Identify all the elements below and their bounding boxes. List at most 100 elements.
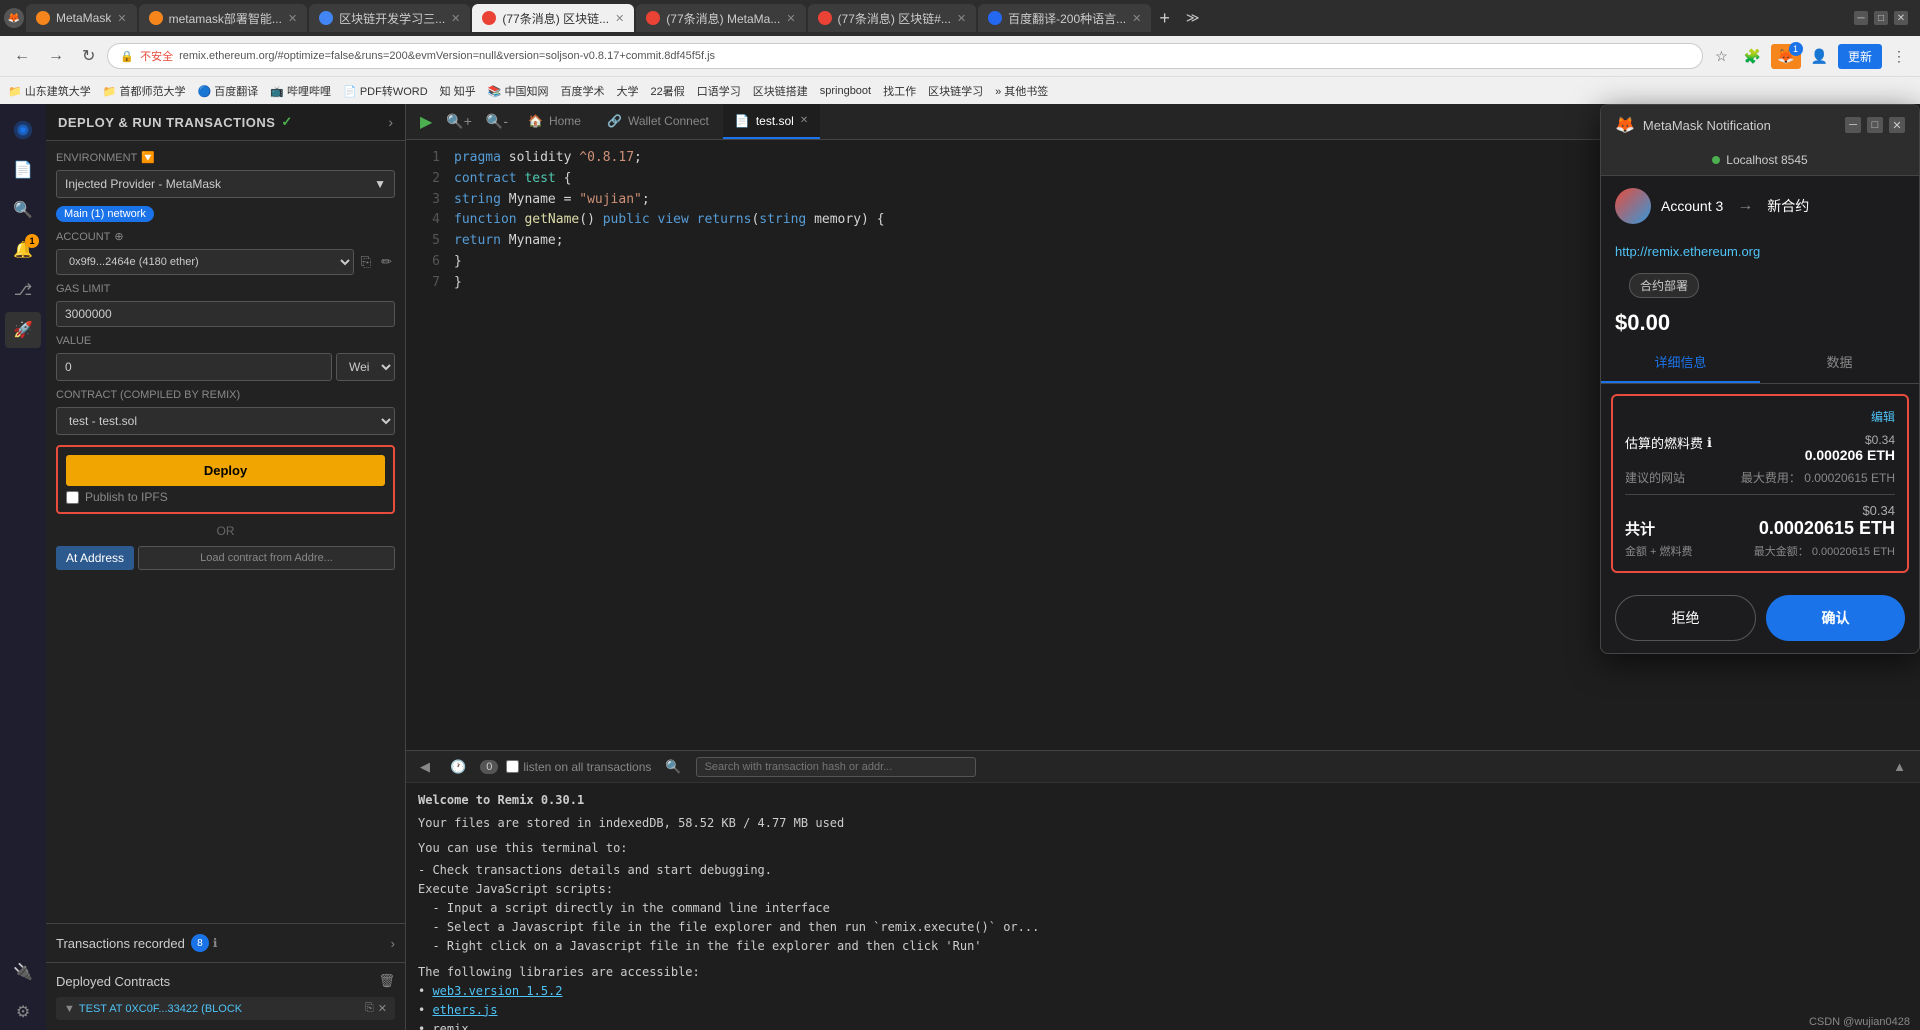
value-input[interactable]: 0: [56, 353, 332, 381]
account-select[interactable]: 0x9f9...2464e (4180 ether): [56, 249, 354, 275]
terminal-arrow-left[interactable]: ◀: [414, 756, 436, 778]
ethers-link[interactable]: ethers.js: [432, 1003, 497, 1017]
bookmark-summer[interactable]: 22暑假: [650, 83, 684, 99]
terminal-search-btn[interactable]: 🔍: [659, 756, 687, 778]
gas-limit-input[interactable]: 3000000: [56, 301, 395, 327]
browser-tab-metamask[interactable]: MetaMask ✕: [26, 4, 137, 32]
deploy-sidebar-btn[interactable]: 🚀: [5, 312, 41, 348]
tab-close-icon[interactable]: ✕: [451, 12, 460, 25]
at-address-button[interactable]: At Address: [56, 546, 134, 570]
bookmark-translate[interactable]: 🔵 百度翻译: [198, 83, 259, 99]
mm-tab-data[interactable]: 数据: [1760, 342, 1919, 383]
extensions-button[interactable]: 🧩: [1738, 44, 1767, 69]
account-plus-icon[interactable]: ⊕: [114, 230, 123, 243]
browser-tab-6[interactable]: (77条消息) 区块链#... ✕: [808, 4, 977, 32]
bookmark-bili[interactable]: 📺 哔哩哔哩: [270, 83, 331, 99]
settings-button[interactable]: ⋮: [1886, 44, 1912, 69]
address-bar[interactable]: 🔒 不安全 remix.ethereum.org/#optimize=false…: [107, 43, 1703, 69]
tab-home[interactable]: 🏠 Home: [516, 104, 593, 139]
copy-account-button[interactable]: ⎘: [358, 251, 374, 273]
bookmark-baidu-academic[interactable]: 百度学术: [560, 83, 604, 99]
bookmark-university[interactable]: 大学: [616, 83, 638, 99]
bookmark-more[interactable]: » 其他书签: [995, 83, 1048, 99]
terminal-expand-btn[interactable]: ▲: [1887, 756, 1912, 777]
mm-network-row: Localhost 8545: [1601, 145, 1919, 176]
deployed-close-icon[interactable]: ✕: [378, 1002, 387, 1015]
tab-close-icon[interactable]: ✕: [786, 12, 795, 25]
plugins-sidebar-btn[interactable]: 🔌: [5, 954, 41, 990]
load-contract-button[interactable]: Load contract from Addre...: [138, 546, 395, 570]
tab-close-icon[interactable]: ✕: [800, 115, 808, 126]
deployed-copy-icon[interactable]: ⎘: [365, 1002, 374, 1015]
bookmark-cnki[interactable]: 📚 中国知网: [488, 83, 549, 99]
tab-close-icon[interactable]: ✕: [615, 12, 624, 25]
back-button[interactable]: ←: [8, 43, 36, 69]
bookmark-blockchain-learn[interactable]: 区块链学习: [928, 83, 983, 99]
mm-contract-badge: 合约部署: [1629, 273, 1699, 298]
zoom-in-button[interactable]: 🔍+: [440, 109, 478, 134]
deploy-collapse-button[interactable]: ›: [388, 114, 393, 130]
tab-close-icon[interactable]: ✕: [957, 12, 966, 25]
close-button[interactable]: ✕: [1894, 11, 1908, 25]
mm-edit-link[interactable]: 编辑: [1625, 408, 1895, 425]
bookmark-button[interactable]: ☆: [1709, 44, 1734, 69]
mm-reject-button[interactable]: 拒绝: [1615, 595, 1756, 641]
tab-close-icon[interactable]: ✕: [117, 12, 126, 25]
new-tab-button[interactable]: +: [1153, 8, 1176, 29]
browser-tab-4-active[interactable]: (77条消息) 区块链... ✕: [472, 4, 634, 32]
tab-close-icon[interactable]: ✕: [1132, 12, 1141, 25]
publish-ipfs-checkbox[interactable]: [66, 491, 79, 504]
environment-select[interactable]: Injected Provider - MetaMask ▼: [56, 170, 395, 198]
mm-maximize-button[interactable]: □: [1867, 117, 1883, 133]
run-button[interactable]: ▶: [414, 108, 438, 136]
mm-tab-details[interactable]: 详细信息: [1601, 342, 1760, 383]
settings-sidebar-btn[interactable]: ⚙: [5, 994, 41, 1030]
bookmark-pdf[interactable]: 📄 PDF转WORD: [343, 83, 428, 99]
refresh-button[interactable]: ↻: [76, 42, 101, 70]
terminal-search-input[interactable]: [696, 757, 976, 777]
edit-account-button[interactable]: ✏: [378, 251, 395, 273]
mm-confirm-button[interactable]: 确认: [1766, 595, 1905, 641]
tab-close-icon[interactable]: ✕: [288, 12, 297, 25]
browser-tab-5[interactable]: (77条消息) MetaMa... ✕: [636, 4, 805, 32]
git-sidebar-btn[interactable]: ⎇: [5, 272, 41, 308]
browser-tab-7[interactable]: 百度翻译-200种语言... ✕: [978, 4, 1151, 32]
mm-account-row: Account 3 → 新合约: [1601, 176, 1919, 236]
profile-button[interactable]: 👤: [1805, 44, 1834, 69]
bookmark-shida[interactable]: 📁 首都师范大学: [103, 83, 186, 99]
transactions-row[interactable]: Transactions recorded 8 ℹ ›: [46, 923, 405, 962]
tab-wallet-connect[interactable]: 🔗 Wallet Connect: [595, 104, 721, 139]
minimize-button[interactable]: ─: [1854, 11, 1868, 25]
deploy-button[interactable]: Deploy: [66, 455, 385, 486]
deployed-contracts-title: Deployed Contracts: [56, 974, 170, 989]
notifications-sidebar-btn[interactable]: 🔔 1: [5, 232, 41, 268]
bookmark-shandong[interactable]: 📁 山东建筑大学: [8, 83, 91, 99]
bookmark-oral[interactable]: 口语学习: [697, 83, 741, 99]
mm-fee-value: $0.34 0.000206 ETH: [1805, 433, 1895, 463]
mm-close-button[interactable]: ✕: [1889, 117, 1905, 133]
tab-more-button[interactable]: ≫: [1178, 10, 1208, 26]
terminal-clock-icon[interactable]: 🕐: [444, 756, 472, 778]
bookmark-blockchain[interactable]: 区块链搭建: [753, 83, 808, 99]
files-sidebar-btn[interactable]: 📄: [5, 152, 41, 188]
browser-tab-2[interactable]: metamask部署智能... ✕: [139, 4, 308, 32]
trash-icon[interactable]: 🗑: [378, 973, 395, 989]
forward-button[interactable]: →: [42, 43, 70, 69]
search-sidebar-btn[interactable]: 🔍: [5, 192, 41, 228]
browser-tab-3[interactable]: 区块链开发学习三... ✕: [309, 4, 470, 32]
contract-select[interactable]: test - test.sol: [56, 407, 395, 435]
update-button[interactable]: 更新: [1838, 44, 1882, 69]
tab-test-sol[interactable]: 📄 test.sol ✕: [723, 104, 820, 139]
bookmark-zhihu[interactable]: 知 知乎: [440, 83, 476, 99]
bookmark-jobs[interactable]: 找工作: [883, 83, 916, 99]
terminal-instr-2: Execute JavaScript scripts:: [418, 880, 1908, 899]
deployed-contract-item[interactable]: ▼ TEST AT 0XC0F...33422 (BLOCK ⎘ ✕: [56, 997, 395, 1020]
listen-checkbox[interactable]: [506, 760, 519, 773]
maximize-button[interactable]: □: [1874, 11, 1888, 25]
value-unit-select[interactable]: Wei: [336, 353, 395, 381]
web3-link[interactable]: web3.version 1.5.2: [432, 984, 562, 998]
bookmark-spring[interactable]: springboot: [820, 85, 871, 97]
zoom-out-button[interactable]: 🔍-: [480, 109, 514, 134]
mm-minimize-button[interactable]: ─: [1845, 117, 1861, 133]
terminal-content[interactable]: Welcome to Remix 0.30.1 Your files are s…: [406, 783, 1920, 1030]
